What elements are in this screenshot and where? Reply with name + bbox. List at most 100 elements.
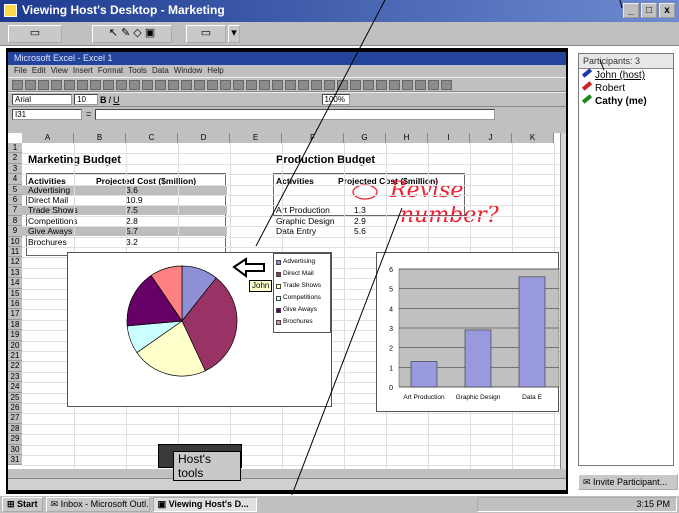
- row-header[interactable]: 26: [8, 403, 22, 414]
- row-header[interactable]: 17: [8, 309, 22, 320]
- row-header[interactable]: 28: [8, 423, 22, 435]
- toolbar-icon[interactable]: [272, 79, 283, 90]
- row-header[interactable]: 23: [8, 371, 22, 383]
- toolbar-icon[interactable]: [233, 79, 244, 90]
- toolbar-icon[interactable]: [142, 79, 153, 90]
- menu-item-help[interactable]: Help: [207, 66, 223, 75]
- excel-menu[interactable]: File Edit View Insert Format Tools Data Window H…: [8, 65, 566, 77]
- toolbar-icon[interactable]: [116, 79, 127, 90]
- row-header[interactable]: 4: [8, 174, 22, 185]
- toolbar-icon[interactable]: [103, 79, 114, 90]
- menu-item-insert[interactable]: Insert: [73, 66, 93, 75]
- row-header[interactable]: 3: [8, 163, 22, 175]
- menu-item-tools[interactable]: Tools: [128, 66, 147, 75]
- horizontal-scrollbar[interactable]: [8, 478, 566, 490]
- row-header[interactable]: 11: [8, 247, 22, 258]
- toolbar-icon[interactable]: [207, 79, 218, 90]
- font-size-select[interactable]: 10: [74, 94, 98, 105]
- row-header[interactable]: 22: [8, 361, 22, 372]
- underline-icon[interactable]: U: [113, 95, 120, 105]
- menu-item-format[interactable]: Format: [98, 66, 123, 75]
- view-dropdown[interactable]: ▾: [228, 25, 240, 43]
- format-toolbar[interactable]: Arial 10 B I U 100%: [8, 92, 566, 107]
- toolbar-icon[interactable]: [376, 79, 387, 90]
- font-select[interactable]: Arial: [12, 94, 72, 105]
- toolbar-icon[interactable]: [168, 79, 179, 90]
- column-header[interactable]: J: [470, 133, 512, 143]
- view-button[interactable]: ▭: [186, 25, 226, 43]
- menu-item-window[interactable]: Window: [174, 66, 202, 75]
- toolbar-icon[interactable]: [194, 79, 205, 90]
- toolbar-icon[interactable]: [337, 79, 348, 90]
- invite-participant-button[interactable]: ✉ Invite Participant...: [578, 474, 678, 490]
- row-header[interactable]: 16: [8, 299, 22, 310]
- row-header[interactable]: 13: [8, 267, 22, 279]
- toolbar-icon[interactable]: [51, 79, 62, 90]
- toolbar-icon[interactable]: [155, 79, 166, 90]
- participant-item[interactable]: Cathy (me): [579, 94, 673, 108]
- row-header[interactable]: 2: [8, 153, 22, 164]
- row-header[interactable]: 5: [8, 184, 22, 195]
- toolbar-icon[interactable]: [363, 79, 374, 90]
- minimize-button[interactable]: _: [623, 3, 639, 18]
- toolbar-icon[interactable]: [298, 79, 309, 90]
- column-header[interactable]: I: [428, 133, 470, 143]
- toolbar-icon[interactable]: [77, 79, 88, 90]
- close-button[interactable]: x: [659, 3, 675, 18]
- zoom-select[interactable]: 100%: [321, 94, 350, 105]
- control-button[interactable]: ▭: [8, 25, 62, 43]
- column-header[interactable]: A: [22, 133, 74, 143]
- menu-item-edit[interactable]: Edit: [32, 66, 46, 75]
- italic-icon[interactable]: I: [109, 95, 112, 105]
- row-header[interactable]: 30: [8, 444, 22, 455]
- toolbar-icon[interactable]: [428, 79, 439, 90]
- toolbar-icon[interactable]: [285, 79, 296, 90]
- taskbar-item-viewing[interactable]: ▣ Viewing Host's D...: [152, 497, 257, 512]
- toolbar-icon[interactable]: [389, 79, 400, 90]
- host-tools-panel[interactable]: Host's tools: [158, 444, 242, 481]
- toolbar-icon[interactable]: [220, 79, 231, 90]
- row-header[interactable]: 18: [8, 319, 22, 331]
- toolbar-icon[interactable]: [181, 79, 192, 90]
- row-header[interactable]: 20: [8, 340, 22, 351]
- start-button[interactable]: ⊞ Start: [2, 497, 43, 512]
- row-header[interactable]: 15: [8, 288, 22, 299]
- menu-item-data[interactable]: Data: [152, 66, 169, 75]
- row-header[interactable]: 7: [8, 205, 22, 216]
- standard-toolbar[interactable]: [8, 77, 566, 92]
- toolbar-icon[interactable]: [350, 79, 361, 90]
- formula-input[interactable]: [95, 108, 496, 120]
- row-header[interactable]: 9: [8, 226, 22, 237]
- participant-item[interactable]: Robert: [579, 81, 673, 95]
- title-bar[interactable]: Viewing Host's Desktop - Marketing _ □ x: [0, 0, 679, 22]
- toolbar-icon[interactable]: [25, 79, 36, 90]
- taskbar-item-inbox[interactable]: ✉ Inbox - Microsoft Outl...: [45, 497, 150, 512]
- participant-item[interactable]: John (host): [579, 68, 673, 82]
- toolbar-icon[interactable]: [90, 79, 101, 90]
- toolbar-icon[interactable]: [415, 79, 426, 90]
- column-header[interactable]: D: [178, 133, 230, 143]
- row-header[interactable]: 10: [8, 236, 22, 247]
- column-header[interactable]: H: [386, 133, 428, 143]
- row-header[interactable]: 6: [8, 195, 22, 206]
- toolbar-icon[interactable]: [246, 79, 257, 90]
- row-header[interactable]: 29: [8, 434, 22, 445]
- row-header[interactable]: 24: [8, 382, 22, 393]
- row-header[interactable]: 12: [8, 257, 22, 268]
- toolbar-icon[interactable]: [402, 79, 413, 90]
- bold-icon[interactable]: B: [100, 95, 107, 105]
- row-header[interactable]: 21: [8, 351, 22, 362]
- toolbar-icon[interactable]: [12, 79, 23, 90]
- row-header[interactable]: 19: [8, 330, 22, 341]
- toolbar-icon[interactable]: [259, 79, 270, 90]
- row-header[interactable]: 27: [8, 413, 22, 424]
- menu-item-view[interactable]: View: [51, 66, 68, 75]
- toolbar-icon[interactable]: [441, 79, 452, 90]
- column-header[interactable]: G: [344, 133, 386, 143]
- row-header[interactable]: 1: [8, 143, 22, 154]
- column-header[interactable]: K: [512, 133, 554, 143]
- toolbar-icon[interactable]: [38, 79, 49, 90]
- maximize-button[interactable]: □: [641, 3, 657, 18]
- name-box[interactable]: I31: [12, 108, 82, 120]
- column-header[interactable]: F: [282, 133, 344, 143]
